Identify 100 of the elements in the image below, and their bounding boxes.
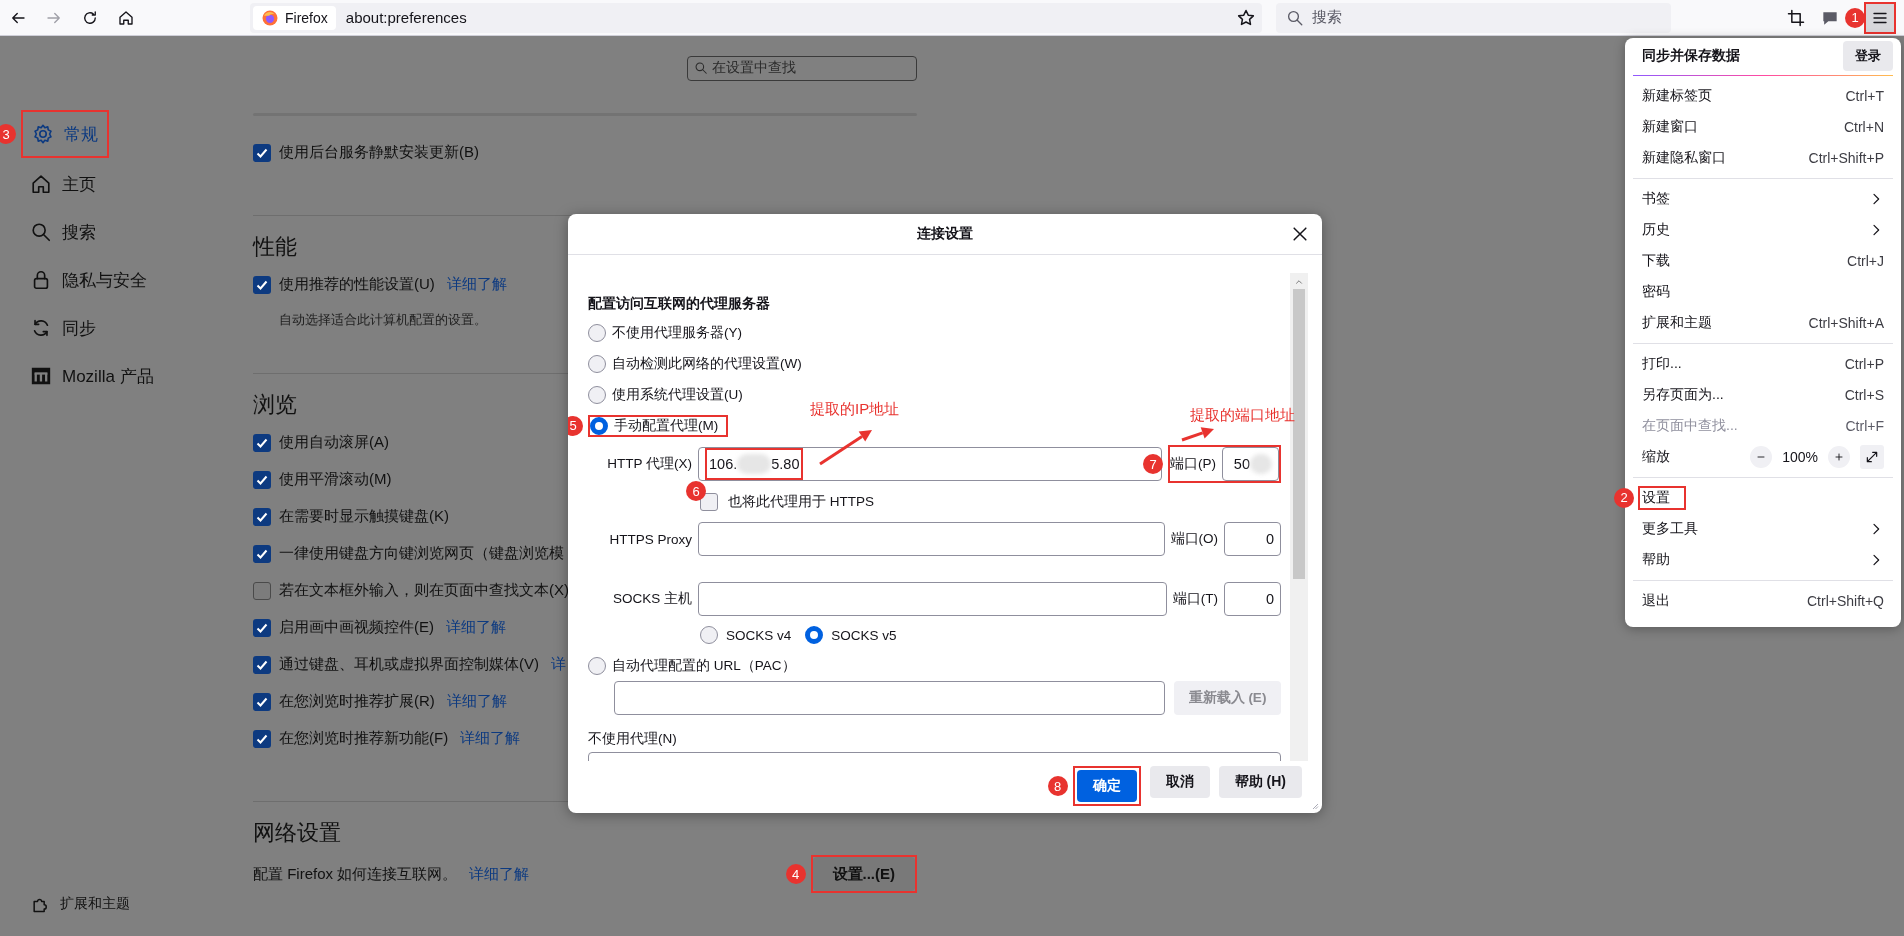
checkbox-label: 在需要时显示触摸键盘(K) bbox=[279, 507, 449, 526]
pac-url-field[interactable] bbox=[614, 681, 1165, 715]
menu-item[interactable]: 下载 Ctrl+J bbox=[1625, 245, 1901, 276]
menu-item[interactable]: 密码 bbox=[1625, 276, 1901, 307]
checkbox[interactable] bbox=[253, 618, 271, 637]
checkbox-label: 通过键盘、耳机或虚拟界面控制媒体(V) bbox=[279, 655, 539, 674]
field-label: HTTP 代理(X) bbox=[607, 455, 692, 473]
checkbox-label: 若在文本框外输入，则在页面中查找文本(X) bbox=[279, 581, 569, 600]
sidebar-item[interactable]: 同步 bbox=[21, 306, 105, 350]
checkbox-label: 在您浏览时推荐新功能(F) bbox=[279, 729, 449, 748]
menu-item[interactable]: 打印... Ctrl+P bbox=[1625, 348, 1901, 379]
shortcut-text: Ctrl+S bbox=[1844, 386, 1884, 403]
shortcut-text: Ctrl+T bbox=[1845, 87, 1884, 104]
checkbox[interactable] bbox=[253, 433, 271, 452]
radio-button[interactable] bbox=[805, 626, 824, 644]
host-field[interactable] bbox=[698, 522, 1165, 556]
url-text: about:preferences bbox=[345, 9, 467, 26]
checkbox-label: 也将此代理用于 HTTPS bbox=[728, 493, 874, 511]
checkbox-label: 使用自动滚屏(A) bbox=[279, 433, 389, 452]
host-field[interactable] bbox=[698, 582, 1167, 616]
menu-item[interactable]: 缩放 100% bbox=[1625, 441, 1901, 472]
sidebar-item[interactable]: 隐私与安全 bbox=[21, 258, 156, 302]
address-bar[interactable]: Firefox about:preferences bbox=[250, 2, 1262, 33]
radio-label: 使用系统代理设置(U) bbox=[612, 385, 743, 404]
checkbox[interactable] bbox=[253, 470, 271, 489]
callout-frame: 106. 5.80 bbox=[705, 448, 804, 480]
menu-item[interactable]: 新建隐私窗口 Ctrl+Shift+P bbox=[1625, 142, 1901, 173]
annotation-arrow bbox=[1181, 427, 1214, 442]
checkbox[interactable] bbox=[253, 692, 271, 711]
sidebar-item[interactable]: 搜索 bbox=[21, 210, 105, 254]
identity-chip[interactable]: Firefox bbox=[253, 5, 336, 30]
shortcut-text: Ctrl+J bbox=[1847, 252, 1884, 269]
browser-logo-icon bbox=[261, 8, 279, 27]
menu-item[interactable]: 帮助 bbox=[1625, 544, 1901, 575]
callout-frame: 设置 bbox=[1638, 485, 1686, 510]
checkbox[interactable] bbox=[253, 729, 271, 748]
radio-button[interactable] bbox=[700, 626, 718, 644]
radio-label: 不使用代理服务器(Y) bbox=[612, 323, 742, 342]
menu-item[interactable]: 更多工具 bbox=[1625, 513, 1901, 544]
checkbox[interactable] bbox=[253, 143, 271, 162]
checkbox[interactable] bbox=[253, 275, 271, 294]
menu-item[interactable]: 新建标签页 Ctrl+T bbox=[1625, 80, 1901, 111]
shortcut-text: Ctrl+F bbox=[1845, 417, 1884, 434]
checkbox[interactable] bbox=[253, 507, 271, 526]
zoom-in-button[interactable] bbox=[1828, 445, 1850, 468]
checkbox[interactable] bbox=[253, 655, 271, 674]
sidebar-link[interactable]: 扩展和主题 bbox=[60, 895, 130, 913]
zoom-out-button[interactable] bbox=[1750, 445, 1773, 468]
section-heading: 浏览 bbox=[253, 391, 297, 419]
star-icon bbox=[1236, 7, 1256, 28]
callout-badge: 6 bbox=[686, 481, 706, 501]
radio-button[interactable] bbox=[590, 416, 608, 435]
field-label: 端口(O) bbox=[1170, 530, 1218, 548]
callout-badge: 2 bbox=[1614, 487, 1634, 508]
search-field[interactable]: 在设置中查找 bbox=[687, 56, 917, 81]
menu-item[interactable]: 扩展和主题 Ctrl+Shift+A bbox=[1625, 307, 1901, 338]
crop-icon bbox=[1786, 7, 1806, 28]
checkbox[interactable] bbox=[700, 493, 718, 511]
callout-badge: 3 bbox=[0, 124, 16, 144]
radio-button[interactable] bbox=[588, 323, 606, 342]
radio-button[interactable] bbox=[588, 656, 606, 675]
redaction-smudge bbox=[1250, 454, 1272, 474]
radio-button[interactable] bbox=[588, 385, 606, 404]
callout-badge: 8 bbox=[1047, 776, 1068, 796]
reload-icon bbox=[81, 8, 99, 27]
menu-item[interactable]: 新建窗口 Ctrl+N bbox=[1625, 111, 1901, 142]
search-icon bbox=[1286, 8, 1304, 27]
port-field[interactable]: 50 bbox=[1222, 447, 1279, 481]
port-field[interactable]: 0 bbox=[1224, 522, 1281, 556]
checkbox[interactable] bbox=[253, 581, 271, 600]
radio-button[interactable] bbox=[588, 354, 606, 373]
settings-button[interactable]: 设置...(E) bbox=[812, 857, 915, 891]
zoom-level: 100% bbox=[1782, 448, 1818, 465]
radio-label: 手动配置代理(M) bbox=[614, 416, 719, 435]
dialog-title: 连接设置 bbox=[917, 225, 973, 243]
checkbox-label: 在您浏览时推荐扩展(R) bbox=[279, 692, 435, 711]
port-field[interactable]: 0 bbox=[1224, 582, 1281, 616]
menu-item[interactable]: 历史 bbox=[1625, 214, 1901, 245]
menu-item[interactable]: 另存页面为... Ctrl+S bbox=[1625, 379, 1901, 410]
field-label: SOCKS 主机 bbox=[613, 590, 692, 608]
menu-header: 同步并保存数据 bbox=[1642, 47, 1740, 65]
sidebar-item[interactable]: 主页 bbox=[21, 162, 105, 206]
section-heading: 配置访问互联网的代理服务器 bbox=[588, 294, 771, 313]
sidebar-item[interactable]: Mozilla 产品 bbox=[21, 354, 163, 398]
dialog-button[interactable]: 取消 bbox=[1149, 766, 1210, 798]
callout-badge: 4 bbox=[785, 864, 806, 884]
checkbox[interactable] bbox=[253, 544, 271, 563]
menu-item[interactable]: 书签 bbox=[1625, 183, 1901, 214]
sign-in-button[interactable]: 登录 bbox=[1843, 41, 1893, 71]
annotation-label: 提取的端口地址 bbox=[1190, 406, 1295, 425]
menu-item[interactable]: 退出 Ctrl+Shift+Q bbox=[1625, 585, 1901, 616]
shortcut-text: Ctrl+N bbox=[1843, 118, 1884, 135]
dialog-button[interactable]: 帮助 (H) bbox=[1218, 766, 1302, 798]
callout-badge: 1 bbox=[1845, 7, 1865, 28]
annotation-arrow bbox=[819, 430, 872, 466]
shortcut-text: Ctrl+P bbox=[1844, 355, 1884, 372]
description-text: 自动选择适合此计算机配置的设置。 bbox=[278, 311, 487, 329]
fullscreen-button[interactable] bbox=[1860, 444, 1884, 469]
search-bar[interactable]: 搜索 bbox=[1276, 2, 1671, 33]
dialog-button[interactable]: 确定 bbox=[1076, 770, 1137, 802]
